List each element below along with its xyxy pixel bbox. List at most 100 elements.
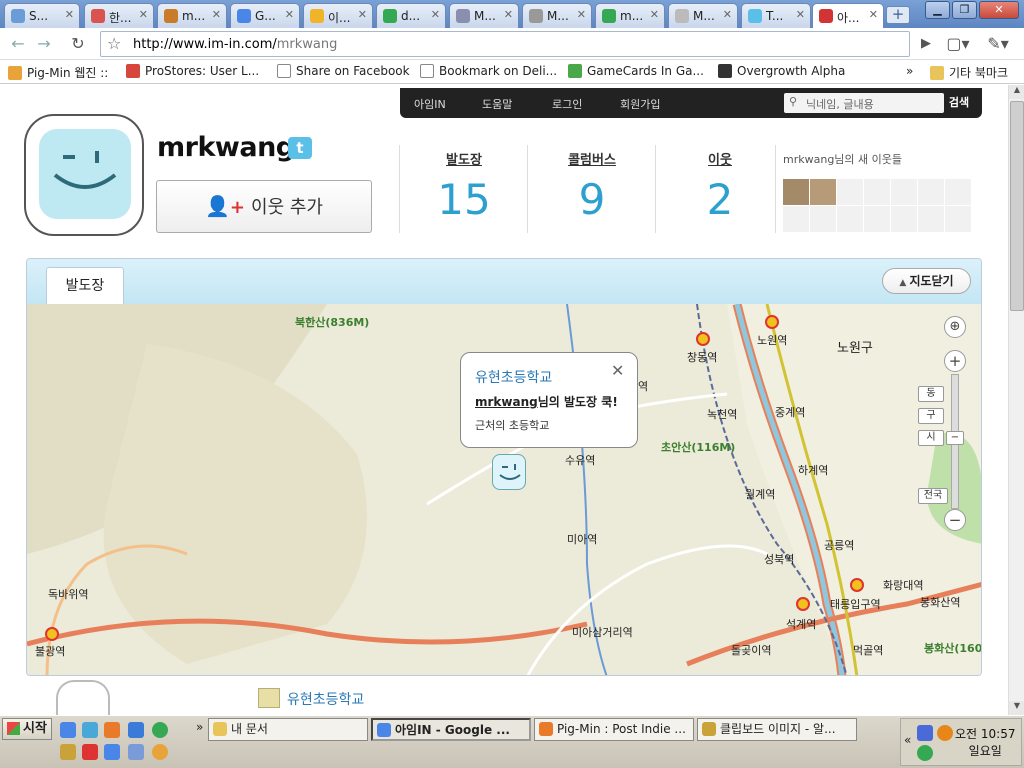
close-icon[interactable]: ✕ <box>723 8 732 21</box>
zoom-level-si[interactable]: 시 <box>918 430 944 446</box>
quicklaunch-icon[interactable] <box>82 722 98 738</box>
popup-user-link[interactable]: mrkwang <box>475 395 538 409</box>
wrench-menu-icon[interactable]: ✎▾ <box>986 32 1010 56</box>
close-icon[interactable]: ✕ <box>796 8 805 21</box>
firefox-icon[interactable] <box>104 722 120 738</box>
stat-footprints[interactable]: 발도장 15 <box>409 149 519 224</box>
browser-tab[interactable]: S... ✕ <box>4 3 80 28</box>
bookmark-star-icon[interactable]: ☆ <box>107 34 121 53</box>
place-title-link[interactable]: 유현초등학교 <box>287 689 364 709</box>
close-icon[interactable]: ✕ <box>431 8 440 21</box>
window-close-button[interactable]: ✕ <box>979 1 1019 19</box>
page-scrollbar[interactable]: ▲ ▼ <box>1008 85 1024 715</box>
quicklaunch-icon[interactable] <box>82 744 98 760</box>
tab-footprints[interactable]: 발도장 <box>46 267 124 305</box>
ie-icon[interactable] <box>128 722 144 738</box>
quicklaunch-icon[interactable] <box>60 744 76 760</box>
taskbar-button[interactable]: 클립보드 이미지 - 알... <box>697 718 857 741</box>
taskbar-button[interactable]: Pig-Min : Post Indie ... <box>534 718 694 741</box>
bookmark-item[interactable]: ProStores: User L... <box>126 64 259 78</box>
popup-title[interactable]: 유현초등학교 <box>475 367 552 387</box>
browser-tab[interactable]: M... ✕ <box>522 3 592 28</box>
browser-tab[interactable]: T... ✕ <box>741 3 811 28</box>
bookmark-item[interactable]: Share on Facebook <box>277 64 410 78</box>
map-view[interactable]: 북한산(836M) 초안산(116M) 봉화산(160 노원역 노원구 창동역 … <box>27 304 981 675</box>
browser-tab[interactable]: m... ✕ <box>157 3 227 28</box>
taskbar-button[interactable]: 내 문서 <box>208 718 368 741</box>
zoom-slider-handle[interactable]: − <box>946 431 964 445</box>
search-input[interactable]: ⚲ 닉네임, 글내용 <box>784 93 944 113</box>
close-icon[interactable]: ✕ <box>139 8 148 21</box>
map-location-button[interactable]: ⊕ <box>944 316 966 338</box>
zoom-level-dong[interactable]: 동 <box>918 386 944 402</box>
stat-columbus[interactable]: 콜럼버스 9 <box>537 149 647 224</box>
quicklaunch-icon[interactable] <box>60 722 76 738</box>
close-icon[interactable]: ✕ <box>504 8 513 21</box>
bookmarks-overflow-chevron[interactable]: » <box>906 64 913 78</box>
zoom-level-all[interactable]: 전국 <box>918 488 948 504</box>
nav-link-home[interactable]: 아임IN <box>414 96 446 112</box>
close-icon[interactable]: ✕ <box>869 8 878 21</box>
close-icon[interactable]: ✕ <box>358 8 367 21</box>
nav-link-signup[interactable]: 회원가입 <box>620 96 660 112</box>
chrome-icon[interactable] <box>152 722 168 738</box>
nav-link-help[interactable]: 도움말 <box>482 96 512 112</box>
new-tab-button[interactable]: + <box>886 6 910 24</box>
tray-app-icon[interactable] <box>937 725 953 741</box>
close-icon[interactable]: ✕ <box>285 8 294 21</box>
minimize-button[interactable]: ▁ <box>925 1 950 19</box>
bookmark-item[interactable]: Overgrowth Alpha <box>718 64 845 78</box>
stat-label[interactable]: 콜럼버스 <box>537 149 647 168</box>
bookmark-item[interactable]: Pig-Min 웹진 :: <box>8 64 108 81</box>
browser-tab[interactable]: d... ✕ <box>376 3 446 28</box>
map-info-popup[interactable]: 유현초등학교 ✕ mrkwang님의 발도장 쿡! 근처의 초등학교 <box>460 352 638 448</box>
browser-tab[interactable]: G... ✕ <box>230 3 300 28</box>
twitter-icon[interactable]: t <box>288 137 312 159</box>
neighbor-avatar[interactable] <box>783 179 809 205</box>
neighbor-avatar[interactable] <box>810 179 836 205</box>
back-button[interactable]: ← <box>6 32 30 56</box>
chrome-icon[interactable] <box>917 745 933 761</box>
add-neighbor-button[interactable]: 👤+ 이웃 추가 <box>156 180 372 233</box>
maximize-button[interactable]: ❐ <box>952 1 977 19</box>
quicklaunch-icon[interactable] <box>128 744 144 760</box>
other-bookmarks-folder[interactable]: 기타 북마크 <box>930 64 1008 81</box>
close-icon[interactable]: ✕ <box>650 8 659 21</box>
stat-neighbors[interactable]: 이웃 2 <box>665 149 775 224</box>
bookmark-item[interactable]: GameCards In Ga... <box>568 64 704 78</box>
nav-link-login[interactable]: 로그인 <box>552 96 582 112</box>
search-button[interactable]: 검색 <box>945 93 973 113</box>
browser-tab[interactable]: M... ✕ <box>449 3 519 28</box>
bookmark-item[interactable]: Bookmark on Deli... <box>420 64 557 78</box>
tray-expand-icon[interactable]: « <box>904 733 911 747</box>
quicklaunch-icon[interactable] <box>104 744 120 760</box>
quicklaunch-icon[interactable] <box>152 744 168 760</box>
stat-label[interactable]: 이웃 <box>665 149 775 168</box>
network-icon[interactable] <box>917 725 933 741</box>
stat-label[interactable]: 발도장 <box>409 149 519 168</box>
forward-button[interactable]: → <box>32 32 56 56</box>
close-icon[interactable]: ✕ <box>611 361 624 380</box>
browser-tab[interactable]: 한... ✕ <box>84 3 154 28</box>
close-icon[interactable]: ✕ <box>212 8 221 21</box>
map-marker-icon[interactable] <box>492 454 526 490</box>
browser-tab[interactable]: M... ✕ <box>668 3 738 28</box>
quicklaunch-overflow-icon[interactable]: » <box>196 720 203 734</box>
scrollbar-thumb[interactable] <box>1010 101 1024 311</box>
start-button[interactable]: 시작 <box>2 718 52 740</box>
taskbar-button-active[interactable]: 아임IN - Google ... <box>371 718 531 741</box>
zoom-in-button[interactable]: + <box>944 350 966 372</box>
zoom-out-button[interactable]: − <box>944 509 966 531</box>
go-button[interactable]: ▶ <box>914 32 938 56</box>
close-icon[interactable]: ✕ <box>577 8 586 21</box>
page-menu-icon[interactable]: ▢▾ <box>946 32 970 56</box>
reload-button[interactable]: ↻ <box>66 32 90 56</box>
scroll-down-arrow-icon[interactable]: ▼ <box>1009 701 1024 715</box>
scroll-up-arrow-icon[interactable]: ▲ <box>1009 85 1024 99</box>
zoom-level-gu[interactable]: 구 <box>918 408 944 424</box>
browser-tab[interactable]: 이... ✕ <box>303 3 373 28</box>
close-icon[interactable]: ✕ <box>65 8 74 21</box>
close-map-button[interactable]: ▲ 지도닫기 <box>882 268 971 294</box>
browser-tab[interactable]: m... ✕ <box>595 3 665 28</box>
browser-tab-active[interactable]: 아... ✕ <box>812 3 884 28</box>
